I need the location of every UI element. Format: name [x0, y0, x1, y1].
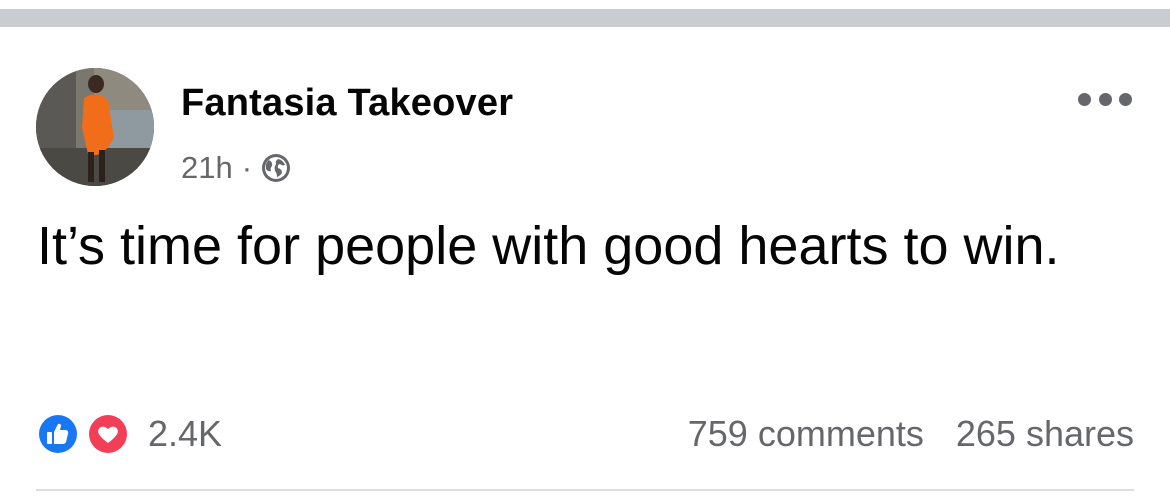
shares-count[interactable]: 265 shares [956, 413, 1134, 455]
love-icon [87, 413, 129, 455]
divider [36, 489, 1134, 491]
reaction-count: 2.4K [148, 413, 223, 454]
post-stats: 759 comments 265 shares [688, 410, 1134, 458]
more-options-icon[interactable] [1078, 84, 1132, 114]
like-icon [37, 413, 79, 455]
reactions-summary[interactable]: 2.4K [36, 410, 222, 458]
comments-count[interactable]: 759 comments [688, 413, 924, 455]
feed-separator-bar [0, 9, 1170, 27]
post-card: Fantasia Takeover 21h · It’s time for pe… [0, 30, 1170, 496]
author-name[interactable]: Fantasia Takeover [181, 82, 513, 125]
feed-divider [0, 0, 1170, 30]
post-timestamp[interactable]: 21h [181, 150, 233, 186]
meta-separator: · [241, 150, 253, 185]
avatar[interactable] [36, 68, 154, 186]
globe-icon [262, 154, 291, 182]
reaction-icons [36, 410, 134, 458]
post-meta: 21h · [181, 148, 291, 188]
avatar-photo [36, 68, 154, 186]
post-text: It’s time for people with good hearts to… [37, 216, 1060, 276]
